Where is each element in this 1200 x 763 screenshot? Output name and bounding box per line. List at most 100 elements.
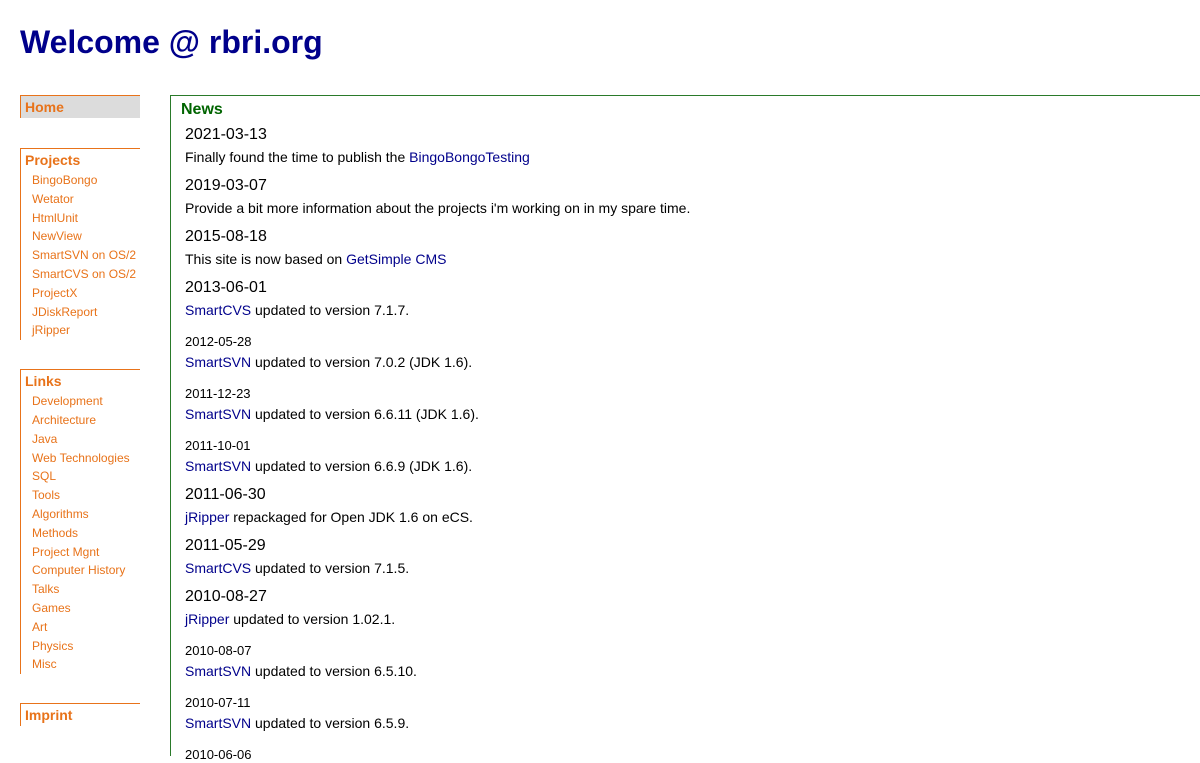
- news-text-post: updated to version 6.5.10.: [251, 663, 417, 679]
- news-link[interactable]: SmartCVS: [185, 560, 251, 576]
- news-date: 2012-05-28: [185, 334, 252, 349]
- news-text-post: repackaged for Open JDK 1.6 on eCS.: [229, 509, 473, 525]
- news-text-post: updated to version 7.1.7.: [251, 302, 410, 318]
- sidebar-project-item[interactable]: SmartSVN on OS/2: [32, 246, 140, 265]
- news-item: 2011-12-23 SmartSVN updated to version 6.…: [185, 379, 1185, 431]
- news-list: 2021-03-13 Finally found the time to publ…: [185, 123, 1185, 763]
- news-link[interactable]: GetSimple CMS: [346, 251, 446, 267]
- sidebar-link-item[interactable]: Misc: [32, 655, 140, 674]
- news-text: SmartSVN updated to version 6.6.11 (JDK …: [185, 402, 1185, 431]
- news-item: 2013-06-01 SmartCVS updated to version 7.…: [185, 276, 1185, 327]
- sidebar-project-item[interactable]: HtmlUnit: [32, 209, 140, 228]
- news-text-pre: This site is now based on: [185, 251, 347, 267]
- sidebar-link-item[interactable]: Algorithms: [32, 505, 140, 524]
- sidebar-link-item[interactable]: Games: [32, 599, 140, 618]
- news-text: This site is now based on GetSimple CMS: [185, 247, 1185, 276]
- news-date: 2019-03-07: [185, 177, 267, 194]
- news-heading: News: [181, 101, 223, 118]
- sidebar-project-item[interactable]: Wetator: [32, 190, 140, 209]
- news-item: 2010-06-06: [185, 740, 1185, 763]
- sidebar-project-item[interactable]: jRipper: [32, 321, 140, 340]
- news-link[interactable]: jRipper: [185, 611, 229, 627]
- news-link[interactable]: SmartCVS: [185, 302, 251, 318]
- sidebar-link-item[interactable]: SQL: [32, 467, 140, 486]
- news-text: SmartSVN updated to version 6.5.9.: [185, 711, 1185, 740]
- news-item: 2015-08-18 This site is now based on GetS…: [185, 225, 1185, 276]
- sidebar-imprint-box: Imprint: [20, 703, 140, 727]
- news-date: 2010-08-07: [185, 643, 252, 658]
- sidebar-project-item[interactable]: NewView: [32, 227, 140, 246]
- news-text: SmartSVN updated to version 6.6.9 (JDK 1…: [185, 454, 1185, 483]
- news-date: 2011-06-30: [185, 486, 266, 503]
- sidebar-project-item[interactable]: ProjectX: [32, 284, 140, 303]
- news-text-post: updated to version 7.1.5.: [251, 560, 410, 576]
- news-link[interactable]: SmartSVN: [185, 715, 251, 731]
- sidebar-projects-box: Projects BingoBongo Wetator HtmlUnit NewVie…: [20, 148, 140, 341]
- sidebar-imprint-link[interactable]: Imprint: [21, 704, 140, 726]
- news-link[interactable]: jRipper: [185, 509, 229, 525]
- sidebar: Home Projects BingoBongo Wetator HtmlUnit N…: [20, 95, 140, 727]
- news-link[interactable]: SmartSVN: [185, 663, 251, 679]
- news-text: jRipper repackaged for Open JDK 1.6 on e…: [185, 505, 1185, 534]
- sidebar-project-item[interactable]: SmartCVS on OS/2: [32, 265, 140, 284]
- news-text: SmartCVS updated to version 7.1.5.: [185, 556, 1185, 585]
- sidebar-link-item[interactable]: Tools: [32, 486, 140, 505]
- news-item: 2011-06-30 jRipper repackaged for Open JD…: [185, 483, 1185, 534]
- news-item: 2021-03-13 Finally found the time to publ…: [185, 123, 1185, 174]
- news-text-pre: Provide a bit more information about the…: [185, 200, 691, 216]
- news-date: 2011-10-01: [185, 438, 251, 453]
- links-list: Development Architecture Java Web Technolog…: [21, 392, 140, 674]
- news-link[interactable]: SmartSVN: [185, 406, 251, 422]
- news-text-post: updated to version 6.6.11 (JDK 1.6).: [251, 406, 479, 422]
- site-title: Welcome @ rbri.org: [20, 24, 323, 60]
- sidebar-link-item[interactable]: Computer History: [32, 561, 140, 580]
- news-date: 2010-06-06: [185, 747, 252, 762]
- news-item: 2019-03-07 Provide a bit more information…: [185, 174, 1185, 225]
- sidebar-home-link[interactable]: Home: [21, 96, 140, 118]
- news-date: 2010-08-27: [185, 588, 267, 605]
- news-text: jRipper updated to version 1.02.1.: [185, 607, 1185, 636]
- news-text: Provide a bit more information about the…: [185, 196, 1185, 225]
- news-item: 2011-10-01 SmartSVN updated to version 6.…: [185, 431, 1185, 483]
- news-date: 2011-12-23: [185, 386, 251, 401]
- sidebar-link-item[interactable]: Physics: [32, 637, 140, 656]
- news-text: Finally found the time to publish the Bi…: [185, 145, 1185, 174]
- sidebar-link-item[interactable]: Web Technologies: [32, 449, 140, 468]
- sidebar-link-item[interactable]: Java: [32, 430, 140, 449]
- sidebar-link-item[interactable]: Development: [32, 392, 140, 411]
- news-link[interactable]: SmartSVN: [185, 354, 251, 370]
- news-date: 2015-08-18: [185, 228, 267, 245]
- news-date: 2021-03-13: [185, 126, 267, 143]
- sidebar-home-box: Home: [20, 95, 140, 118]
- news-text: SmartSVN updated to version 6.5.10.: [185, 659, 1185, 688]
- news-text-post: updated to version 6.5.9.: [251, 715, 410, 731]
- news-text: SmartCVS updated to version 7.1.7.: [185, 298, 1185, 327]
- sidebar-links-box: Links Development Architecture Java Web Tec…: [20, 369, 140, 675]
- news-panel: News 2021-03-13 Finally found the time to…: [170, 95, 1200, 762]
- news-link[interactable]: BingoBongoTesting: [409, 149, 530, 165]
- news-text-pre: Finally found the time to publish the: [185, 149, 410, 165]
- sidebar-link-item[interactable]: Talks: [32, 580, 140, 599]
- sidebar-project-item[interactable]: BingoBongo: [32, 171, 140, 190]
- news-date: 2013-06-01: [185, 279, 267, 296]
- news-text-post: updated to version 1.02.1.: [229, 611, 396, 627]
- sidebar-projects-heading[interactable]: Projects: [21, 149, 140, 171]
- news-item: 2010-08-07 SmartSVN updated to version 6.…: [185, 636, 1185, 688]
- news-item: 2012-05-28 SmartSVN updated to version 7.…: [185, 327, 1185, 379]
- news-date: 2010-07-11: [185, 695, 251, 710]
- sidebar-links-heading[interactable]: Links: [21, 370, 140, 392]
- sidebar-link-item[interactable]: Art: [32, 618, 140, 637]
- sidebar-link-item[interactable]: Methods: [32, 524, 140, 543]
- news-link[interactable]: SmartSVN: [185, 458, 251, 474]
- sidebar-project-item[interactable]: JDiskReport: [32, 303, 140, 322]
- news-item: 2010-07-11 SmartSVN updated to version 6.…: [185, 688, 1185, 740]
- news-item: 2011-05-29 SmartCVS updated to version 7.…: [185, 534, 1185, 585]
- sidebar-link-item[interactable]: Project Mgnt: [32, 543, 140, 562]
- news-text: SmartSVN updated to version 7.0.2 (JDK 1…: [185, 350, 1185, 379]
- news-text-post: updated to version 6.6.9 (JDK 1.6).: [251, 458, 473, 474]
- news-item: 2010-08-27 jRipper updated to version 1.0…: [185, 585, 1185, 636]
- projects-list: BingoBongo Wetator HtmlUnit NewView SmartSVN…: [21, 171, 140, 340]
- news-text-post: updated to version 7.0.2 (JDK 1.6).: [251, 354, 473, 370]
- news-date: 2011-05-29: [185, 537, 266, 554]
- sidebar-link-item[interactable]: Architecture: [32, 411, 140, 430]
